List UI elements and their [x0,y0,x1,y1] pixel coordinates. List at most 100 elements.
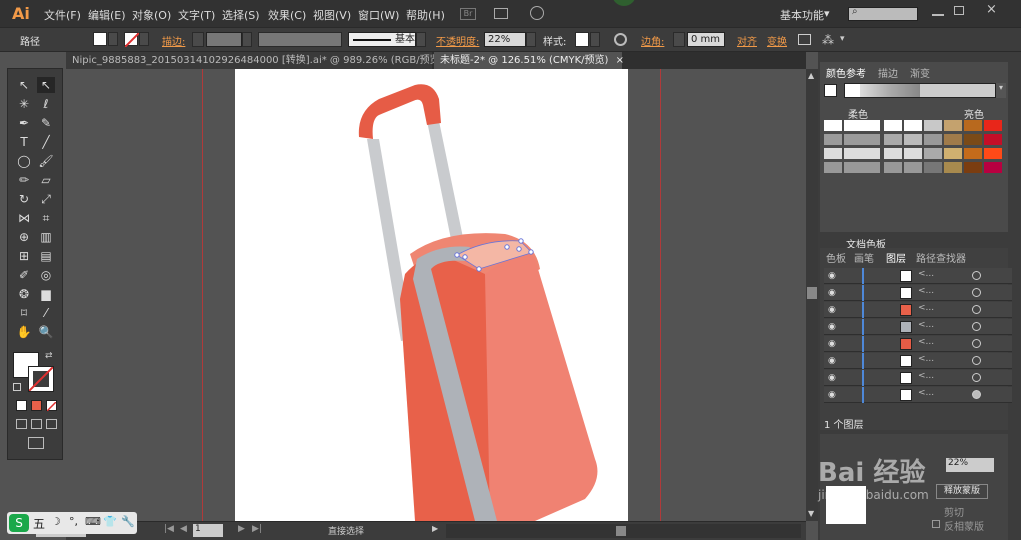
fill-dropdown[interactable] [108,32,118,46]
pen-tool-icon[interactable]: ✒ [15,115,33,131]
scale-tool-icon[interactable]: ⤢ [37,191,55,207]
visibility-eye-icon[interactable]: ◉ [828,339,836,349]
horizontal-scrollbar[interactable] [446,524,801,538]
gradient-tool-icon[interactable]: ▤ [37,248,55,264]
harmony-rules-dropdown[interactable]: ▾ [996,83,1006,98]
brush-dropdown[interactable] [416,32,426,47]
opacity-field[interactable]: 22% [946,458,994,472]
tab-close-icon[interactable]: × [616,55,624,66]
width-tool-icon[interactable]: ⋈ [15,210,33,226]
swatch-grid[interactable] [824,120,1002,173]
visibility-eye-icon[interactable]: ◉ [828,288,836,298]
close-window-button[interactable]: × [986,2,997,17]
target-icon[interactable] [972,271,981,280]
gpu-performance-icon[interactable] [530,6,544,20]
status-menu-icon[interactable]: ▶ [432,524,438,533]
stroke-swatch[interactable] [124,32,140,48]
align-link[interactable]: 对齐 [737,33,757,48]
eyedropper-tool-icon[interactable]: ✐ [15,267,33,283]
ime-punct-icon[interactable]: °, [69,515,78,528]
scroll-down-icon[interactable]: ▼ [808,509,814,518]
target-icon[interactable] [972,339,981,348]
handle-grip[interactable] [358,84,441,139]
layer-row[interactable]: ◉ <... [824,268,1012,284]
panel-menu-icon[interactable]: ▾ [840,34,845,44]
corner-radius-field[interactable]: 0 mm [687,32,725,47]
invert-mask-checkbox[interactable] [932,520,940,528]
menu-edit[interactable]: 编辑(E) [88,7,126,23]
draw-normal-icon[interactable] [16,419,27,429]
stroke-weight-field[interactable] [206,32,242,47]
curvature-tool-icon[interactable]: ✎ [37,115,55,131]
direct-selection-tool-icon[interactable]: ↖ [37,77,55,93]
target-icon[interactable] [972,322,981,331]
clip-checkbox-label[interactable]: 剪切 [944,504,964,519]
stroke-dropdown[interactable] [139,32,149,46]
suitcase-artwork[interactable] [235,69,628,521]
perspective-grid-tool-icon[interactable]: ▥ [37,229,55,245]
graphic-style-dropdown[interactable] [590,32,600,47]
opacity-field[interactable]: 22% [484,32,526,47]
scroll-thumb[interactable] [807,287,817,299]
draw-inside-icon[interactable] [46,419,57,429]
gradient-mode-button[interactable] [31,400,42,411]
document-tab-1[interactable]: Nipic_9885883_20150314102926484000 [转换].… [66,52,459,69]
blend-tool-icon[interactable]: ◎ [37,267,55,283]
isolate-icon[interactable] [798,34,811,45]
layer-row[interactable]: ◉ <... [824,387,1012,403]
target-icon[interactable] [972,373,981,382]
visibility-eye-icon[interactable]: ◉ [828,271,836,281]
layer-row[interactable]: ◉ <... [824,302,1012,318]
corner-label[interactable]: 边角: [641,33,664,48]
corner-stepper[interactable] [673,32,685,47]
target-icon[interactable] [972,390,981,399]
ime-keyboard-icon[interactable]: ⌨ [85,515,101,528]
menu-object[interactable]: 对象(O) [132,7,171,23]
menu-file[interactable]: 文件(F) [44,7,81,23]
harmony-rules-bar[interactable] [844,83,996,98]
artboard-number-field[interactable]: 1 [193,524,223,537]
layer-row[interactable]: ◉ <... [824,336,1012,352]
bridge-button[interactable]: Br [460,8,476,20]
opacity-dropdown[interactable] [526,32,536,47]
layer-row[interactable]: ◉ <... [824,370,1012,386]
tab-brushes[interactable]: 画笔 [854,250,874,265]
symbol-sprayer-tool-icon[interactable]: ❂ [15,286,33,302]
search-input[interactable]: ⌕ [848,6,918,21]
layer-row[interactable]: ◉ <... [824,285,1012,301]
scroll-up-icon[interactable]: ▲ [808,71,814,80]
none-mode-button[interactable] [46,400,57,412]
lasso-tool-icon[interactable]: ℓ [37,96,55,112]
brush-definition[interactable]: 基本 [348,32,416,47]
menu-text[interactable]: 文字(T) [178,7,215,23]
tab-stroke[interactable]: 描边 [878,65,898,80]
tab-gradient[interactable]: 渐变 [910,65,930,80]
layer-row[interactable]: ◉ <... [824,353,1012,369]
menu-help[interactable]: 帮助(H) [406,7,445,23]
transform-link[interactable]: 变换 [767,33,787,48]
arrange-documents-icon[interactable] [494,8,508,19]
selection-tool-icon[interactable]: ↖ [15,77,33,93]
stroke-weight-dropdown[interactable] [242,32,252,47]
target-icon[interactable] [972,305,981,314]
last-artboard-icon[interactable]: ▶| [252,524,262,534]
color-mode-button[interactable] [16,400,27,411]
restore-button[interactable] [954,6,964,15]
visibility-eye-icon[interactable]: ◉ [828,356,836,366]
menu-effect[interactable]: 效果(C) [268,7,306,23]
visibility-eye-icon[interactable]: ◉ [828,373,836,383]
stroke-color-box[interactable] [28,366,54,392]
release-mask-button[interactable]: 释放蒙版 [936,484,988,499]
draw-behind-icon[interactable] [31,419,42,429]
graphic-style-swatch[interactable] [575,32,589,47]
tab-color-guide[interactable]: 颜色参考 [826,65,866,80]
menu-select[interactable]: 选择(S) [222,7,260,23]
tab-swatches[interactable]: 色板 [826,250,846,265]
swap-fill-stroke-icon[interactable]: ⇄ [45,351,53,361]
hand-tool-icon[interactable]: ✋ [15,324,33,340]
opacity-slider-arrow[interactable]: ▶ [988,460,994,469]
screen-mode-icon[interactable] [28,437,44,449]
select-similar-icon[interactable]: ⁂ [822,33,834,47]
type-tool-icon[interactable]: T [15,134,33,150]
eraser-tool-icon[interactable]: ▱ [37,172,55,188]
